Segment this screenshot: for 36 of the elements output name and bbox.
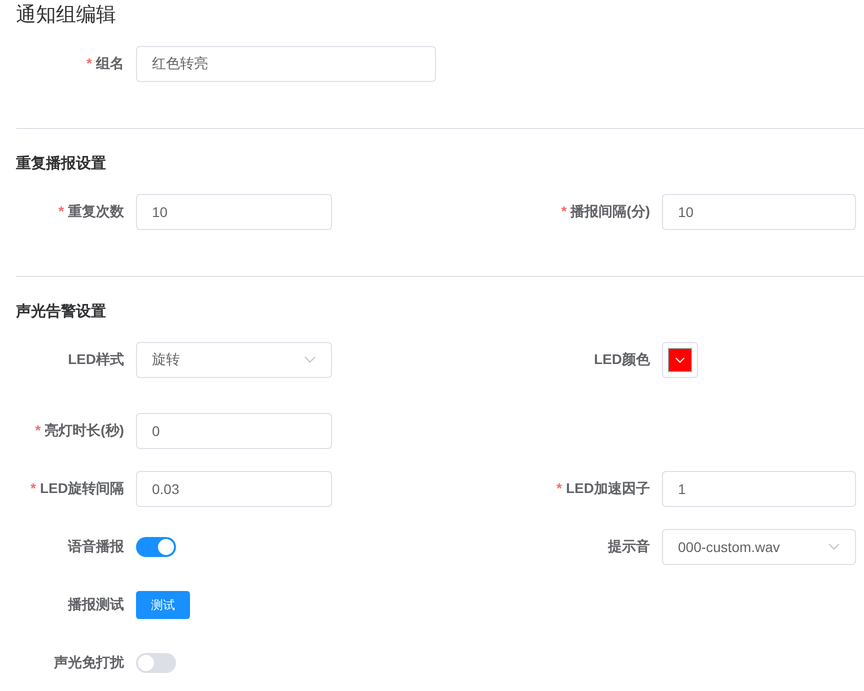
required-mark: *	[556, 480, 562, 496]
field-label: 重复次数	[68, 203, 124, 219]
select-field[interactable]: 旋转	[136, 342, 332, 378]
input-field[interactable]: 1	[662, 471, 856, 507]
toggle-switch[interactable]	[136, 537, 176, 557]
required-mark: *	[30, 480, 36, 496]
test-button[interactable]: 测试	[136, 591, 190, 619]
field-label: 亮灯时长(秒)	[44, 422, 124, 438]
field-label: 播报间隔(分)	[570, 203, 650, 219]
required-mark: *	[561, 203, 567, 219]
input-field[interactable]: 0	[136, 413, 332, 449]
chevron-down-icon	[675, 356, 685, 364]
field-label: 声光免打扰	[54, 654, 124, 670]
section-title: 重复播报设置	[16, 154, 107, 174]
input-field[interactable]: 0.03	[136, 471, 332, 507]
required-mark: *	[35, 422, 41, 438]
required-mark: *	[86, 55, 92, 71]
field-label: 播报测试	[68, 596, 124, 612]
select-field[interactable]: 000-custom.wav	[662, 529, 856, 565]
chevron-down-icon	[828, 543, 840, 551]
input-field[interactable]: 10	[136, 194, 332, 230]
field-label: 提示音	[608, 538, 650, 554]
toggle-switch[interactable]	[136, 653, 176, 673]
field-label: LED样式	[68, 351, 124, 367]
chevron-down-icon	[304, 356, 316, 364]
field-label: LED颜色	[594, 351, 650, 367]
color-picker[interactable]	[662, 342, 698, 378]
field-label: 组名	[96, 55, 124, 71]
section-title: 声光告警设置	[16, 302, 107, 322]
field-label: 语音播报	[68, 538, 124, 554]
field-label: LED加速因子	[566, 480, 650, 496]
required-mark: *	[58, 203, 64, 219]
input-field[interactable]: 红色转亮	[136, 46, 436, 82]
page-title: 通知组编辑	[16, 3, 117, 28]
input-field[interactable]: 10	[662, 194, 856, 230]
field-label: LED旋转间隔	[40, 480, 124, 496]
